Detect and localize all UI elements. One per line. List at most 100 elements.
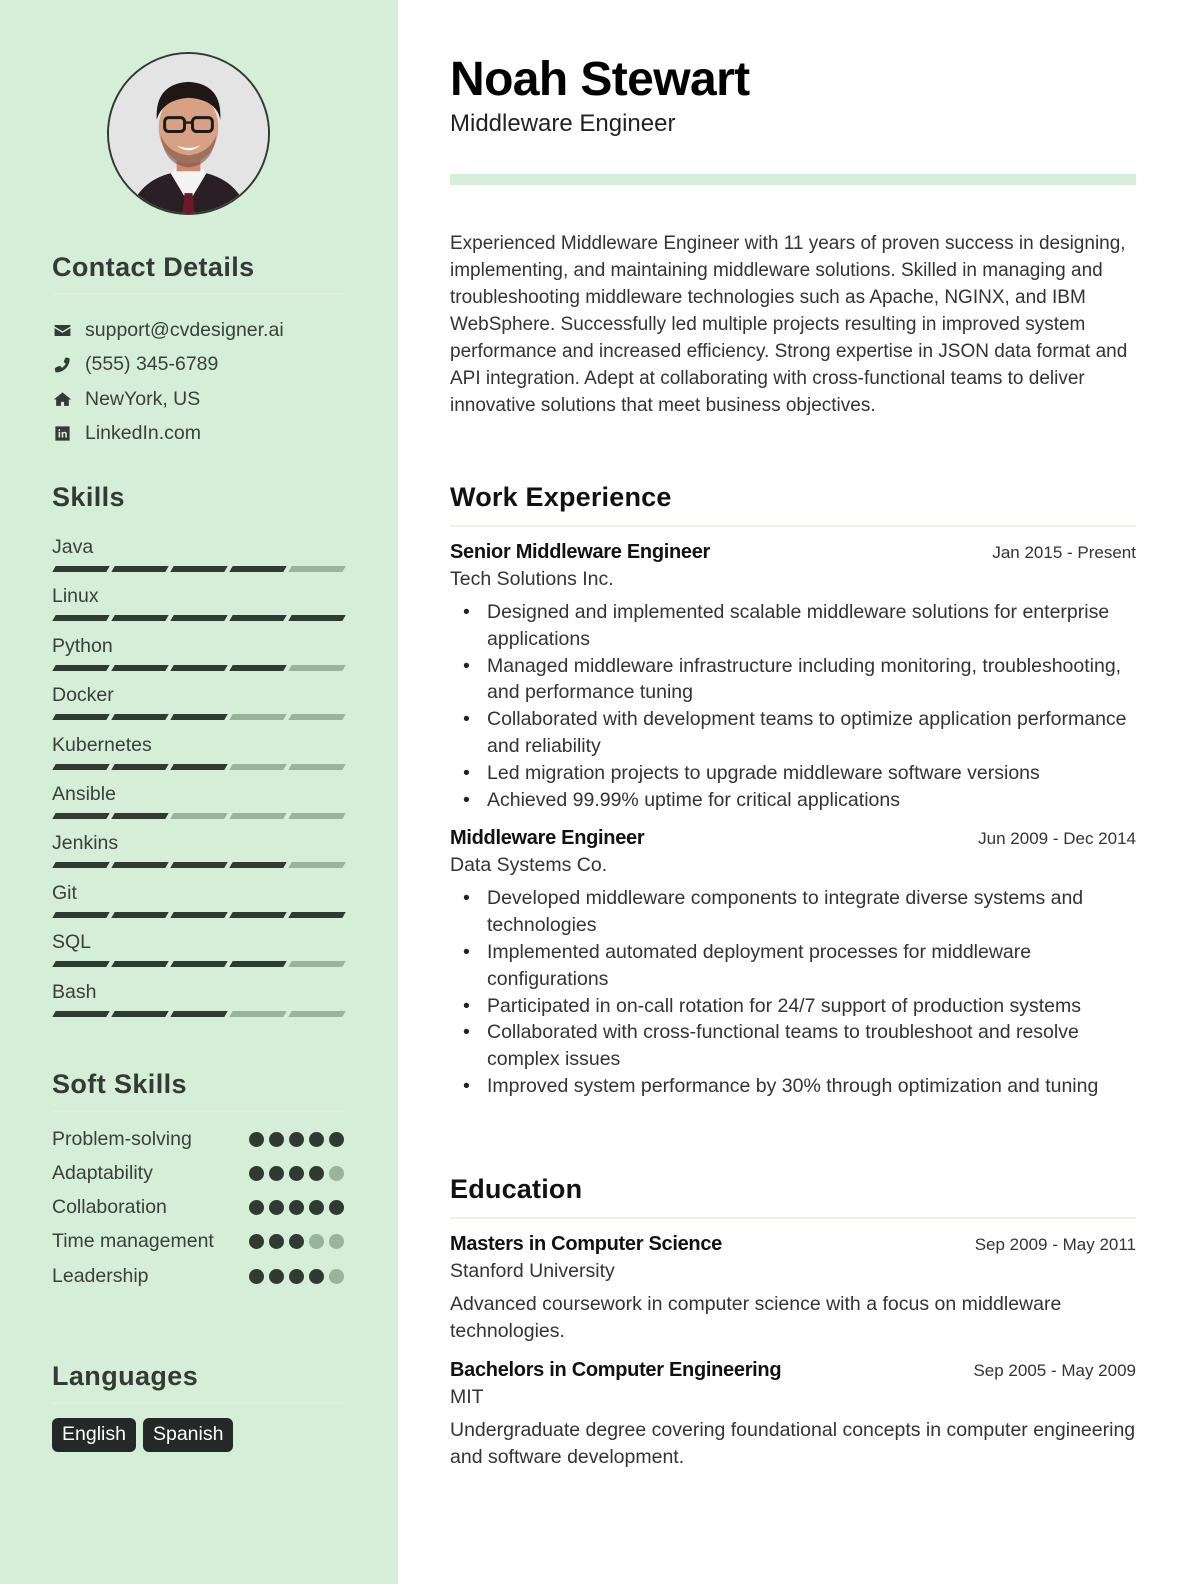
soft-skill-item: Time management [52, 1228, 344, 1255]
job-bullet: Developed middleware components to integ… [450, 885, 1136, 939]
contact-linkedin-text[interactable]: LinkedIn.com [85, 422, 201, 445]
soft-skill-item: Adaptability [52, 1160, 344, 1187]
rating-dot-filled [269, 1234, 284, 1249]
job-company: Tech Solutions Inc. [450, 568, 614, 590]
rating-dot-filled [309, 1166, 324, 1181]
work-entry: Senior Middleware Engineer Jan 2015 - Pr… [450, 541, 1136, 813]
rating-dot-filled [289, 1269, 304, 1284]
skill-segment-filled [52, 1010, 110, 1017]
rating-dot-empty [309, 1234, 324, 1249]
skill-segment-filled [52, 911, 110, 918]
soft-skill-rating [249, 1269, 344, 1284]
skill-segment-empty [170, 812, 228, 819]
skill-segment-filled [52, 961, 110, 968]
skill-segment-filled [111, 615, 169, 622]
job-title: Senior Middleware Engineer [450, 541, 711, 563]
skill-segment-filled [111, 763, 169, 770]
skill-segment-filled [52, 812, 110, 819]
rating-dot-filled [269, 1269, 284, 1284]
skill-name: Git [52, 881, 77, 904]
education-description: Undergraduate degree covering foundation… [450, 1419, 1136, 1468]
skills-section: Skills Java Linux Python Docker Kubernetes An… [52, 482, 346, 1029]
job-bullet: Achieved 99.99% uptime for critical appl… [450, 787, 1136, 814]
soft-skill-name: Adaptability [52, 1162, 153, 1184]
skill-level-bar [52, 862, 346, 869]
skills-list: Java Linux Python Docker Kubernetes Ansible Je… [52, 535, 346, 1029]
soft-skill-name: Time management [52, 1230, 214, 1252]
contact-phone[interactable]: (555) 345-6789 [52, 348, 344, 383]
job-bullet: Collaborated with development teams to o… [450, 706, 1136, 760]
contact-email[interactable]: support@cvdesigner.ai [52, 313, 344, 348]
job-bullet: Managed middleware infrastructure includ… [450, 653, 1136, 707]
skill-item: SQL [52, 930, 346, 979]
skill-name: Ansible [52, 782, 116, 805]
skill-segment-empty [288, 566, 346, 572]
skill-segment-filled [111, 714, 169, 721]
skill-item: Kubernetes [52, 733, 346, 782]
skill-segment-empty [288, 862, 346, 869]
skill-segment-filled [170, 714, 228, 721]
soft-skill-item: Leadership [52, 1263, 344, 1290]
contact-location: NewYork, US [52, 382, 344, 417]
skill-level-bar [52, 911, 346, 918]
contact-email-text[interactable]: support@cvdesigner.ai [85, 319, 284, 342]
profile-photo [107, 52, 270, 215]
rating-dot-empty [329, 1234, 344, 1249]
rating-dot-filled [309, 1132, 324, 1147]
rating-dot-filled [249, 1269, 264, 1284]
contact-phone-text[interactable]: (555) 345-6789 [85, 353, 218, 376]
candidate-title: Middleware Engineer [450, 110, 676, 137]
skill-level-bar [52, 664, 346, 671]
job-bullet: Collaborated with cross-functional teams… [450, 1019, 1136, 1073]
skill-name: Kubernetes [52, 733, 152, 756]
language-pill: Spanish [142, 1418, 234, 1452]
skill-level-bar [52, 566, 346, 572]
skill-segment-filled [229, 664, 287, 671]
skill-segment-filled [288, 911, 346, 918]
skill-segment-filled [229, 961, 287, 968]
skill-segment-empty [229, 812, 287, 819]
school-name: Stanford University [450, 1260, 615, 1282]
rating-dot-filled [249, 1234, 264, 1249]
job-bullet: Participated in on-call rotation for 24/… [450, 993, 1136, 1020]
skill-segment-filled [111, 1010, 169, 1017]
home-icon [52, 389, 72, 409]
phone-icon [52, 355, 72, 375]
skill-segment-empty [229, 763, 287, 770]
skill-segment-filled [170, 763, 228, 770]
skill-segment-filled [52, 714, 110, 721]
contact-section: Contact Details support@cvdesigner.ai (5… [52, 252, 344, 451]
education-dates: Sep 2009 - May 2011 [974, 1235, 1136, 1254]
contact-linkedin[interactable]: LinkedIn.com [52, 417, 344, 452]
soft-skills-list: Problem-solving Adaptability Collaboration… [52, 1126, 344, 1290]
skill-segment-filled [170, 862, 228, 869]
job-dates: Jan 2015 - Present [992, 543, 1136, 562]
job-bullets: Designed and implemented scalable middle… [450, 599, 1136, 813]
skill-name: Linux [52, 585, 99, 608]
job-company: Data Systems Co. [450, 854, 608, 877]
skill-name: Java [52, 536, 94, 558]
soft-skill-item: Problem-solving [52, 1126, 344, 1153]
skill-segment-filled [52, 615, 110, 622]
skill-segment-filled [170, 566, 228, 572]
education-heading: Education [450, 1174, 1136, 1219]
education-entry: Masters in Computer Science Sep 2009 - M… [450, 1233, 1136, 1345]
skill-level-bar [52, 714, 346, 721]
job-bullet: Implemented automated deployment process… [450, 939, 1136, 993]
rating-dot-filled [269, 1132, 284, 1147]
linkedin-icon [52, 424, 72, 444]
soft-skills-heading: Soft Skills [52, 1069, 344, 1112]
skill-segment-filled [229, 911, 287, 918]
skill-segment-filled [170, 1010, 228, 1017]
skill-segment-empty [288, 961, 346, 968]
work-experience-section: Work Experience Senior Middleware Engine… [450, 482, 1136, 1100]
skills-heading: Skills [52, 482, 125, 512]
rating-dot-filled [249, 1166, 264, 1181]
soft-skill-name: Leadership [52, 1265, 149, 1287]
education-description: Advanced coursework in computer science … [450, 1293, 1062, 1342]
soft-skill-rating [249, 1166, 344, 1181]
envelope-icon [52, 320, 72, 340]
contact-heading: Contact Details [52, 252, 344, 295]
skill-item: Ansible [52, 782, 346, 831]
languages-section: Languages English Spanish [52, 1361, 344, 1452]
